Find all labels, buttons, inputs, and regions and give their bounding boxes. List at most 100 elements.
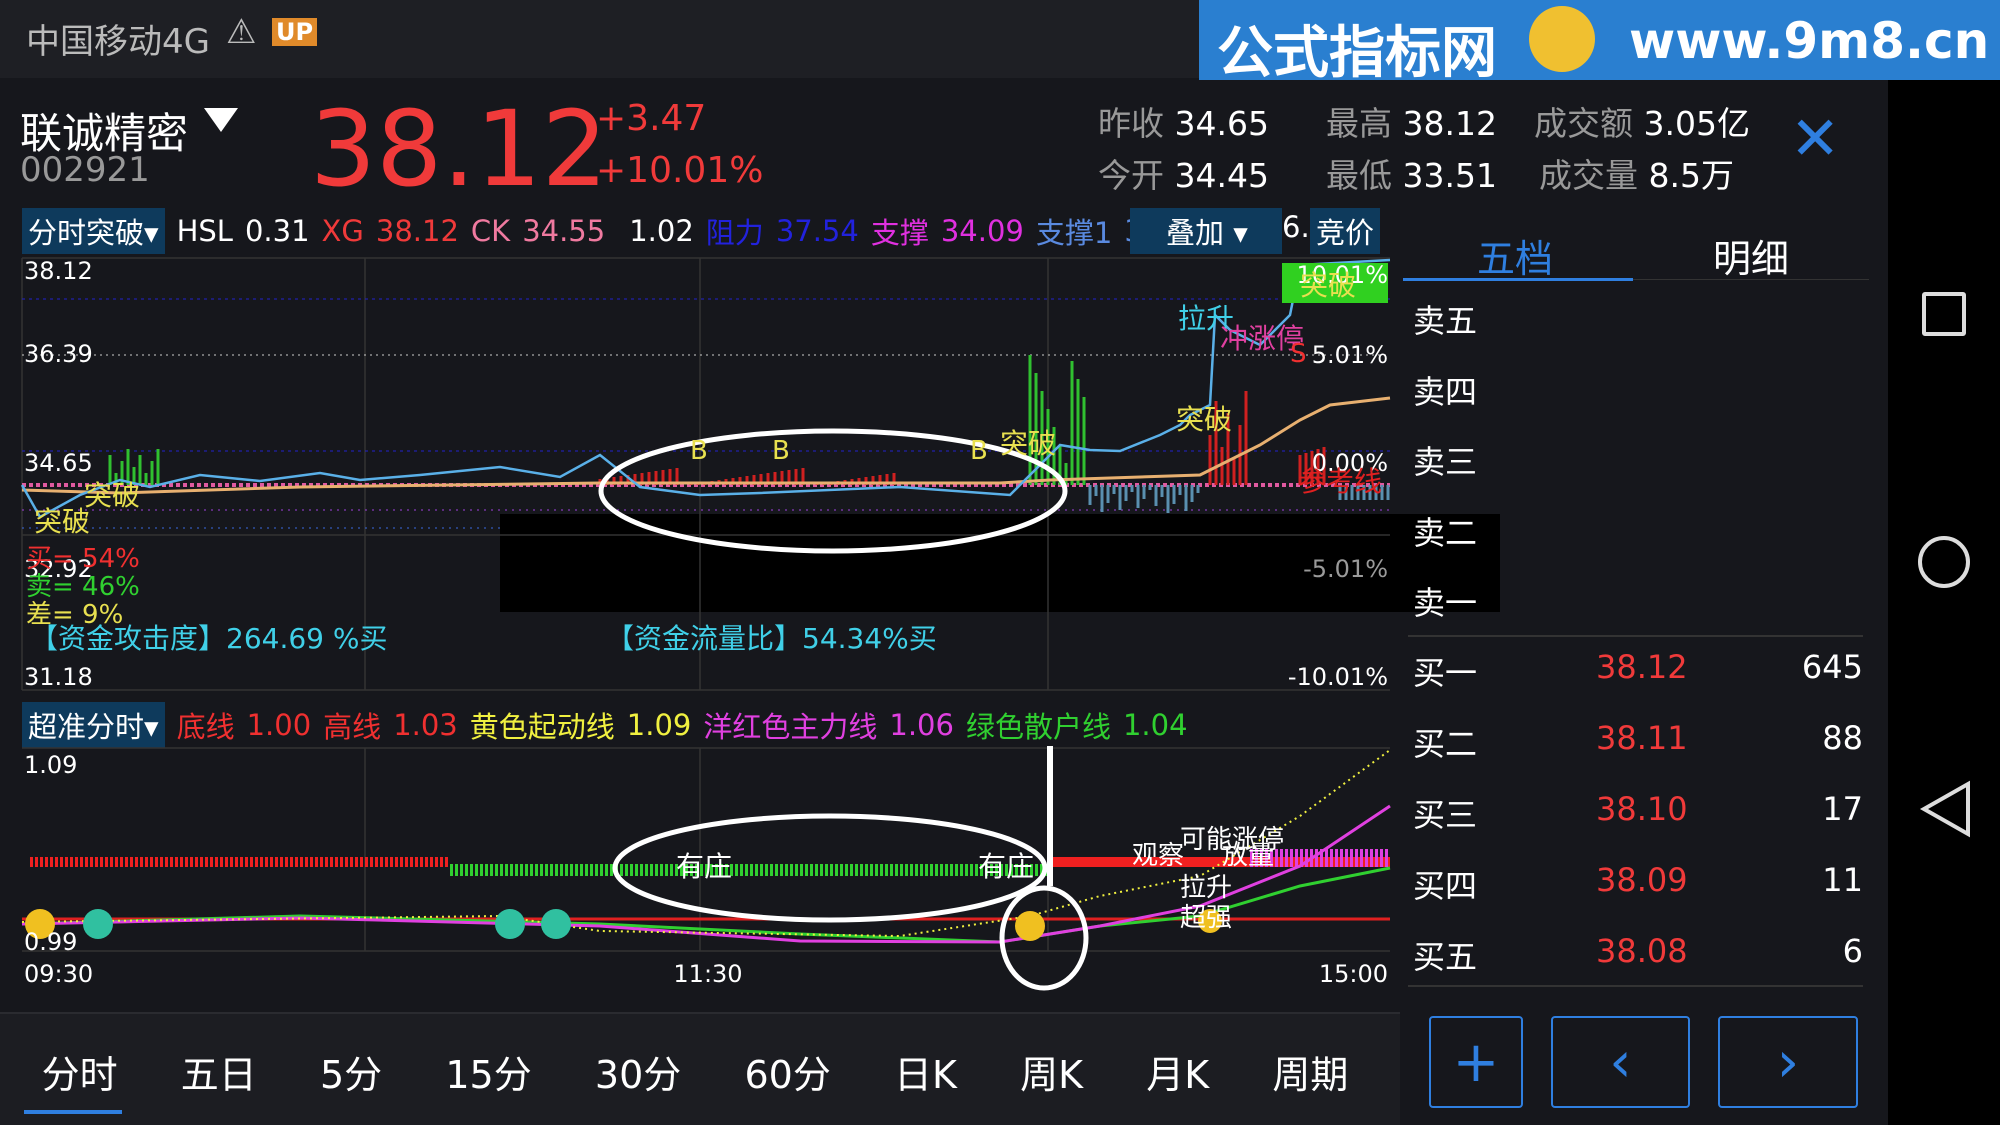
- y-label: 34.65: [24, 449, 93, 477]
- buy-price: 38.10: [1596, 790, 1688, 828]
- breakout-label: 突破: [34, 505, 90, 538]
- green: 1.04: [1122, 708, 1188, 742]
- watermark-banner: 公式指标网 www.9m8.cn: [1199, 0, 2000, 86]
- sub-indicator-select[interactable]: 超准分时▾: [22, 702, 165, 748]
- xg: 38.12: [375, 214, 459, 248]
- up-signal-icon: [1015, 911, 1045, 941]
- down-signal-icon: [495, 909, 525, 939]
- amount: 3.05亿: [1643, 104, 1750, 143]
- sell-level-label: 卖五: [1413, 302, 1478, 340]
- high: 38.12: [1402, 104, 1497, 143]
- close-icon[interactable]: ✕: [1790, 104, 1840, 174]
- period-tab[interactable]: 30分: [595, 1044, 681, 1099]
- order-book-tabs: 五档 明细: [1403, 222, 1869, 282]
- yellow-label: 黄色起动线: [469, 710, 615, 744]
- period-tab[interactable]: 日K: [894, 1044, 957, 1099]
- period-tab[interactable]: 60分: [744, 1044, 830, 1099]
- strong-label: 超强: [1180, 903, 1232, 933]
- sell-pct: 卖= 46%: [26, 572, 140, 602]
- buy-volume: 17: [1822, 790, 1863, 828]
- prev-button[interactable]: ‹: [1551, 1016, 1690, 1108]
- lift-label: 拉升: [1180, 873, 1232, 903]
- amount-label: 成交额: [1534, 104, 1633, 143]
- sell-level-row[interactable]: 卖一: [1413, 578, 1477, 649]
- period-tab[interactable]: 分时: [42, 1044, 118, 1099]
- next-button[interactable]: ›: [1718, 1016, 1858, 1108]
- period-tab[interactable]: 五日: [181, 1044, 257, 1099]
- buy-level-row[interactable]: 买二 38.11 88: [1413, 719, 1863, 790]
- y-label: 38.12: [24, 257, 93, 285]
- buy-level-label: 买二: [1413, 725, 1478, 763]
- price-change: +3.47: [596, 98, 707, 139]
- add-button[interactable]: +: [1429, 1016, 1523, 1108]
- divider: [1408, 635, 1863, 637]
- sell-level-label: 卖一: [1413, 584, 1478, 622]
- buy-level-row[interactable]: 买五 38.08 6: [1413, 932, 1863, 1003]
- ck: 34.55: [522, 214, 606, 248]
- volume: 8.5万: [1648, 156, 1734, 195]
- buy-level-row[interactable]: 买三 38.10 17: [1413, 790, 1863, 861]
- pct-label: -10.01%: [1288, 663, 1388, 691]
- tab-detail[interactable]: 明细: [1713, 228, 1789, 283]
- buy-price: 38.11: [1596, 719, 1688, 757]
- quote-col-3: 成交额 3.05亿 成交量 8.5万: [1534, 98, 1750, 202]
- time-label: 15:00: [1319, 960, 1388, 988]
- sell-level-row[interactable]: 卖五: [1413, 296, 1477, 367]
- y-label: 31.18: [24, 663, 93, 691]
- low-label: 最低: [1326, 156, 1392, 195]
- buy-level-row[interactable]: 买一 38.12 645: [1413, 648, 1863, 719]
- buy-volume: 645: [1801, 648, 1863, 686]
- divider: [1408, 985, 1863, 987]
- period-tab[interactable]: 周K: [1020, 1044, 1083, 1099]
- sell-level-label: 卖四: [1413, 372, 1478, 411]
- app-badge: UP: [272, 18, 318, 46]
- ck-label: CK: [470, 214, 511, 248]
- tab-five-level[interactable]: 五档: [1477, 228, 1553, 283]
- breakout-label: 突破: [1000, 427, 1056, 460]
- down-signal-icon: [541, 909, 571, 939]
- active-tab-indicator: [24, 1110, 122, 1114]
- back-icon[interactable]: [1918, 780, 1972, 838]
- buy-level-label: 买三: [1413, 796, 1478, 834]
- recent-apps-icon[interactable]: [1922, 292, 1966, 336]
- xg-label: XG: [321, 214, 364, 248]
- indicator-select[interactable]: 分时突破▾: [22, 208, 165, 254]
- period-tab[interactable]: 周期: [1272, 1044, 1348, 1099]
- sub-indicator-bar: 超准分时▾ 底线 1.00 高线 1.03 黄色起动线 1.09 洋红色主力线 1.06…: [22, 702, 1188, 748]
- support: 34.09: [940, 214, 1024, 248]
- buy-price: 38.12: [1596, 648, 1688, 686]
- support1-label: 支撑1: [1035, 216, 1113, 250]
- pct-label: 5.01%: [1312, 341, 1388, 369]
- bottom-label: 底线: [176, 710, 235, 744]
- intraday-chart[interactable]: 38.12 36.39 34.65 32.92 31.18 10.01% 5.0…: [0, 255, 1400, 695]
- period-tab[interactable]: 月K: [1146, 1044, 1209, 1099]
- buy-price: 38.09: [1596, 861, 1688, 899]
- breakout-label: 突破: [84, 479, 140, 512]
- sub-y-top: 1.09: [24, 751, 77, 779]
- buy-volume: 88: [1822, 719, 1863, 757]
- quote-col-2: 最高 38.12 最低 33.51: [1326, 98, 1497, 202]
- sell-level-row[interactable]: 卖三: [1413, 437, 1477, 508]
- dropdown-triangle-icon[interactable]: [204, 108, 238, 134]
- buy-level-label: 买五: [1413, 938, 1478, 976]
- auction-button[interactable]: 竞价: [1310, 208, 1381, 254]
- period-tab[interactable]: 15分: [445, 1044, 531, 1099]
- high-label: 最高: [1326, 104, 1392, 143]
- divider: [1633, 279, 1869, 280]
- sell-level-row[interactable]: 卖二: [1413, 508, 1477, 579]
- sell-level-row[interactable]: 卖四: [1413, 367, 1477, 438]
- zhuang-label: 有庄: [978, 850, 1034, 883]
- active-tab-indicator: [1403, 278, 1633, 281]
- support-label: 支撑: [870, 216, 929, 250]
- warning-triangle-icon: ⚠: [226, 12, 257, 52]
- down-signal-icon: [83, 909, 113, 939]
- volume-label: 放量: [1222, 841, 1274, 871]
- period-tabs: 分时 五日 5分 15分 30分 60分 日K 周K 月K 周期: [0, 1012, 1400, 1125]
- home-icon[interactable]: [1918, 536, 1970, 588]
- low: 33.51: [1402, 156, 1497, 195]
- buy-level-row[interactable]: 买四 38.09 11: [1413, 861, 1863, 932]
- sub-chart[interactable]: 1.09 0.99 有庄 有庄 观察 可能涨停 放量 拉升 超强 09:30 1…: [0, 746, 1400, 1016]
- period-tab[interactable]: 5分: [320, 1044, 382, 1099]
- overlay-select[interactable]: 叠加 ▾: [1130, 208, 1282, 254]
- sell-levels: 卖五卖四卖三 卖二卖一: [1413, 296, 1477, 649]
